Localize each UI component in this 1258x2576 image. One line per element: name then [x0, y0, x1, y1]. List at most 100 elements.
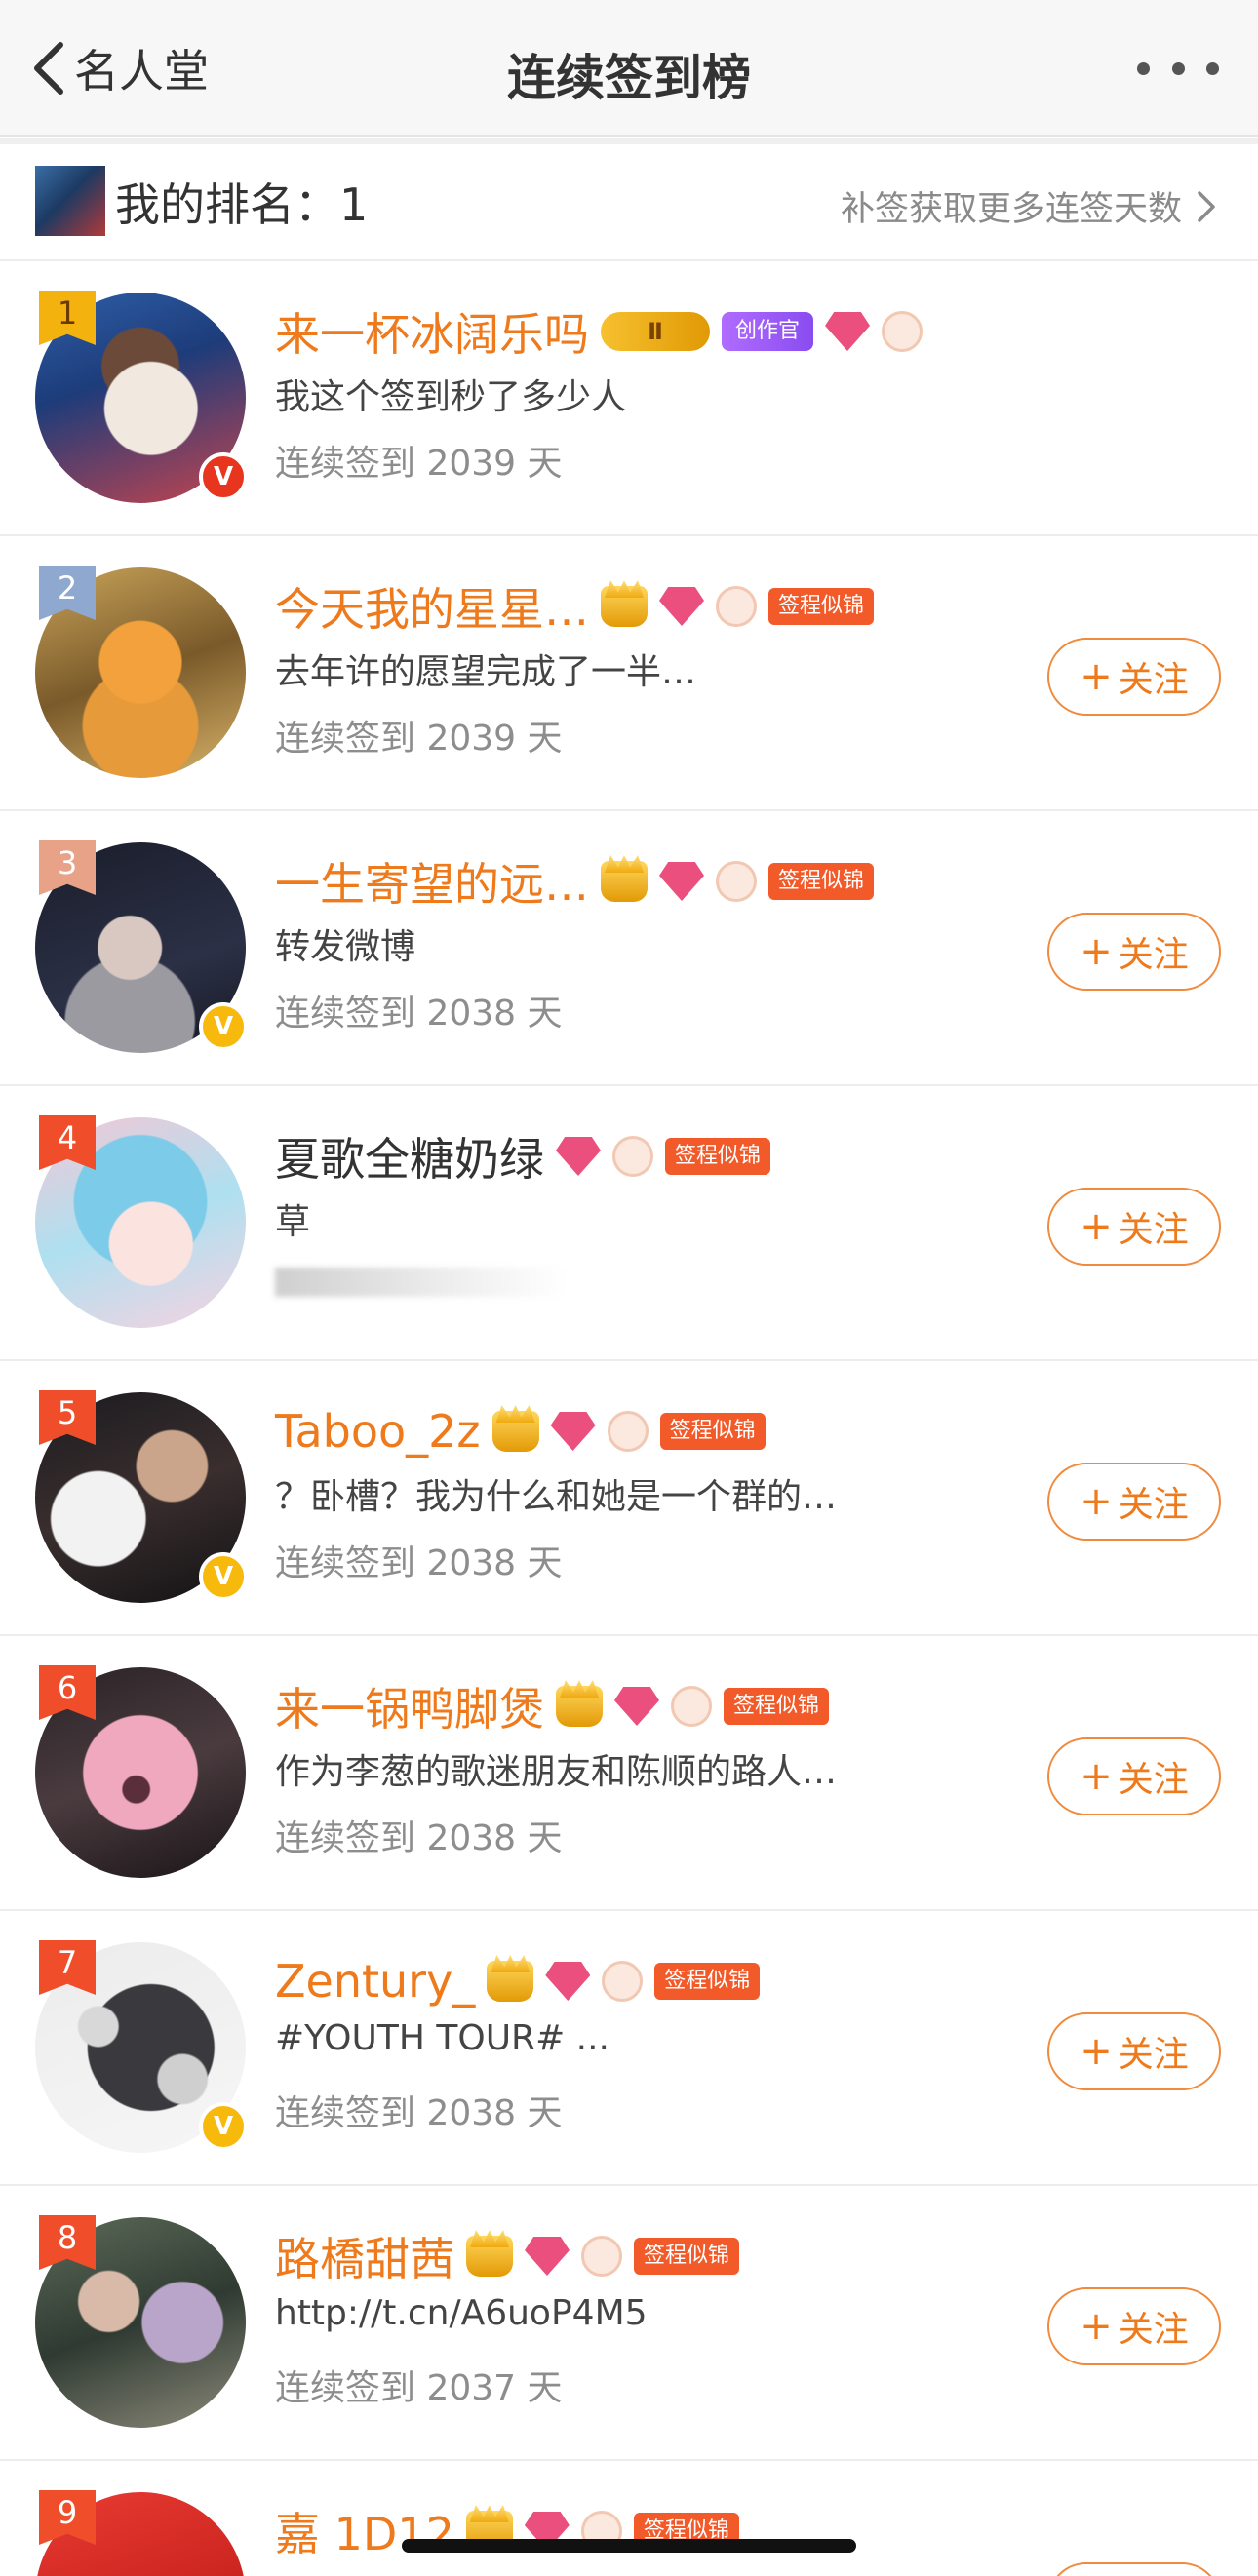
sheep-icon	[716, 586, 757, 627]
ranking-row[interactable]: V 5 Taboo_2z 签程似锦 ？卧槽？我为什么和她是一个群的… 连续签到 …	[0, 1361, 1258, 1636]
latest-post[interactable]: 我这个签到秒了多少人	[275, 369, 626, 419]
checkin-tag: 签程似锦	[654, 1963, 761, 2000]
page-title: 连续签到榜	[507, 50, 751, 106]
latest-post[interactable]: ？卧槽？我为什么和她是一个群的…	[275, 1468, 837, 1519]
more-dot-icon	[1137, 61, 1150, 75]
name-line: 来一锅鸭脚煲 签程似锦	[275, 1671, 830, 1741]
makeup-checkin-link[interactable]: 补签获取更多连签天数	[841, 181, 1217, 231]
user-name[interactable]: 嘉 1D12	[275, 2499, 454, 2563]
name-line: 来一杯冰阔乐吗 Ⅱ 创作官	[275, 296, 924, 367]
plus-icon: +	[1080, 2029, 1113, 2074]
user-name[interactable]: Taboo_2z	[275, 1405, 481, 1458]
crown-icon	[466, 2236, 513, 2277]
checkin-days: 连续签到 2038 天	[275, 994, 563, 1034]
diamond-icon	[659, 862, 704, 901]
follow-label: 关注	[1118, 1210, 1189, 1250]
follow-label: 关注	[1118, 1485, 1189, 1525]
follow-button[interactable]	[1047, 2562, 1221, 2576]
ranking-row[interactable]: 9 嘉 1D12 签程似锦	[0, 2461, 1258, 2576]
follow-button[interactable]: + 关注	[1047, 1188, 1221, 1266]
name-line: Taboo_2z 签程似锦	[275, 1396, 766, 1466]
name-line: 今天我的星星… 签程似锦	[275, 571, 875, 642]
diamond-icon	[659, 587, 704, 626]
crown-icon	[601, 861, 648, 902]
verified-badge-icon: V	[199, 452, 248, 501]
name-line: 路橋甜茜 签程似锦	[275, 2221, 740, 2291]
diamond-icon	[825, 312, 871, 351]
user-name[interactable]: Zentury_	[275, 1955, 475, 2008]
user-name[interactable]: 来一锅鸭脚煲	[275, 1674, 544, 1738]
follow-button[interactable]: + 关注	[1047, 638, 1221, 716]
user-name[interactable]: 来一杯冰阔乐吗	[275, 299, 589, 364]
checkin-days: 连续签到 2038 天	[275, 1818, 563, 1858]
checkin-days: 连续签到 2038 天	[275, 1543, 563, 1583]
checkin-tag: 签程似锦	[634, 2238, 740, 2275]
ranking-row[interactable]: V 7 Zentury_ 签程似锦 #YOUTH TOUR# ... 连续签到 …	[0, 1911, 1258, 2186]
follow-label: 关注	[1118, 1760, 1189, 1800]
plus-icon: +	[1080, 2304, 1113, 2349]
sheep-icon	[602, 1961, 644, 2002]
follow-button[interactable]: + 关注	[1047, 2012, 1221, 2090]
ranking-row[interactable]: 2 今天我的星星… 签程似锦 去年许的愿望完成了一半… 连续签到 2039 天 …	[0, 536, 1258, 811]
more-dot-icon	[1171, 61, 1185, 75]
user-name[interactable]: 夏歌全糖奶绿	[275, 1124, 544, 1189]
crown-icon	[491, 1411, 539, 1452]
diamond-icon	[614, 1687, 659, 1726]
home-indicator[interactable]	[402, 2539, 856, 2553]
diamond-icon	[545, 1962, 591, 2001]
ranking-row[interactable]: 6 来一锅鸭脚煲 签程似锦 作为李葱的歌迷朋友和陈顺的路人… 连续签到 2038…	[0, 1636, 1258, 1911]
plus-icon: +	[1080, 929, 1113, 974]
sheep-icon	[612, 1136, 653, 1177]
checkin-days-blurred	[275, 1268, 568, 1297]
makeup-checkin-label: 补签获取更多连签天数	[840, 190, 1182, 229]
verified-badge-icon: V	[199, 2102, 248, 2151]
latest-post[interactable]: 去年许的愿望完成了一半…	[275, 644, 696, 694]
user-name[interactable]: 路橋甜茜	[275, 2224, 454, 2288]
my-rank-bar: 我的排名：1 补签获取更多连签天数	[0, 144, 1258, 261]
ranking-row[interactable]: 4 夏歌全糖奶绿 签程似锦 草 + 关注	[0, 1086, 1258, 1361]
diamond-icon	[525, 2237, 570, 2276]
ranking-row[interactable]: V 1 来一杯冰阔乐吗 Ⅱ 创作官 我这个签到秒了多少人 连续签到 2039 天	[0, 261, 1258, 536]
creator-badge: 创作官	[722, 312, 814, 351]
name-line: 嘉 1D12 签程似锦	[275, 2496, 739, 2566]
verified-badge-icon: V	[199, 1002, 248, 1051]
sheep-icon	[882, 311, 924, 352]
latest-post[interactable]: #YOUTH TOUR# ...	[275, 2018, 609, 2058]
latest-post[interactable]: http://t.cn/A6uoP4M5	[275, 2293, 648, 2333]
sheep-icon	[607, 1411, 649, 1452]
name-line: 夏歌全糖奶绿 签程似锦	[275, 1121, 771, 1191]
latest-post[interactable]: 转发微博	[275, 918, 415, 969]
plus-icon: +	[1080, 1479, 1113, 1524]
user-name[interactable]: 一生寄望的远…	[275, 849, 589, 914]
ranking-row[interactable]: 8 路橋甜茜 签程似锦 http://t.cn/A6uoP4M5 连续签到 20…	[0, 2186, 1258, 2461]
verified-badge-icon: V	[199, 1552, 248, 1601]
follow-button[interactable]: + 关注	[1047, 2287, 1221, 2365]
follow-label: 关注	[1118, 660, 1189, 700]
plus-icon: +	[1080, 1204, 1113, 1249]
my-rank-label: 我的排名：1	[115, 178, 369, 231]
more-dot-icon	[1206, 61, 1219, 75]
my-avatar[interactable]	[35, 166, 105, 236]
name-line: Zentury_ 签程似锦	[275, 1946, 761, 2016]
checkin-days: 连续签到 2038 天	[275, 2093, 563, 2133]
follow-button[interactable]: + 关注	[1047, 913, 1221, 991]
user-name[interactable]: 今天我的星星…	[275, 574, 589, 639]
checkin-tag: 签程似锦	[768, 863, 875, 900]
sheep-icon	[716, 861, 757, 902]
crown-icon	[601, 586, 648, 627]
ranking-row[interactable]: V 3 一生寄望的远… 签程似锦 转发微博 连续签到 2038 天 + 关注	[0, 811, 1258, 1086]
checkin-tag: 签程似锦	[665, 1138, 771, 1175]
checkin-tag: 签程似锦	[768, 588, 875, 625]
checkin-days: 连续签到 2039 天	[275, 444, 563, 484]
follow-button[interactable]: + 关注	[1047, 1463, 1221, 1541]
checkin-tag: 签程似锦	[724, 1688, 830, 1725]
plus-icon: +	[1080, 654, 1113, 699]
diamond-icon	[550, 1412, 596, 1451]
crown-icon	[556, 1686, 603, 1727]
follow-button[interactable]: + 关注	[1047, 1737, 1221, 1815]
latest-post[interactable]: 作为李葱的歌迷朋友和陈顺的路人…	[275, 1743, 837, 1794]
more-menu-button[interactable]	[1137, 59, 1219, 78]
follow-label: 关注	[1118, 2310, 1189, 2350]
follow-label: 关注	[1118, 935, 1189, 975]
latest-post[interactable]: 草	[275, 1193, 310, 1244]
